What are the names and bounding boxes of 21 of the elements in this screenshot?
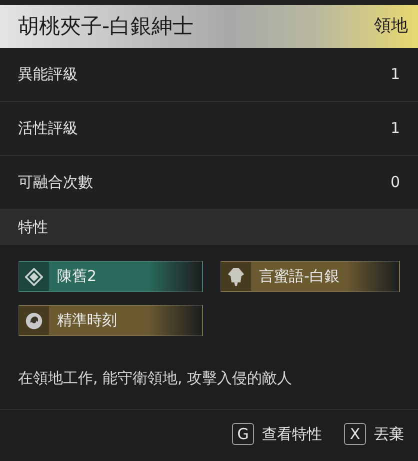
trait-name: 言蜜語-白銀 bbox=[259, 266, 340, 288]
stat-label: 異能評級 bbox=[18, 64, 78, 86]
action-label: 丟棄 bbox=[374, 424, 404, 445]
action-label: 查看特性 bbox=[262, 424, 322, 445]
trait-chip[interactable]: 陳舊2 bbox=[18, 261, 203, 292]
key-hint[interactable]: G bbox=[232, 423, 254, 446]
trait-name: 陳舊2 bbox=[57, 266, 97, 288]
section-title: 特性 bbox=[18, 217, 48, 238]
stat-label: 活性評級 bbox=[18, 118, 78, 140]
stat-value: 0 bbox=[390, 172, 400, 194]
trait-name: 精準時刻 bbox=[57, 310, 117, 332]
key-hint[interactable]: X bbox=[344, 423, 366, 446]
description: 在領地工作, 能守衛領地, 攻擊入侵的敵人 bbox=[18, 368, 292, 390]
stat-value: 1 bbox=[390, 64, 400, 86]
stat-value: 1 bbox=[390, 118, 400, 140]
trait-chip[interactable]: 言蜜語-白銀 bbox=[220, 261, 400, 292]
item-title: 胡桃夾子-白銀紳士 bbox=[18, 12, 194, 40]
diamond-icon bbox=[25, 268, 43, 286]
location-tag: 領地 bbox=[374, 14, 408, 40]
stat-label: 可融合次數 bbox=[18, 172, 93, 194]
trait-chip[interactable]: 精準時刻 bbox=[18, 305, 203, 336]
